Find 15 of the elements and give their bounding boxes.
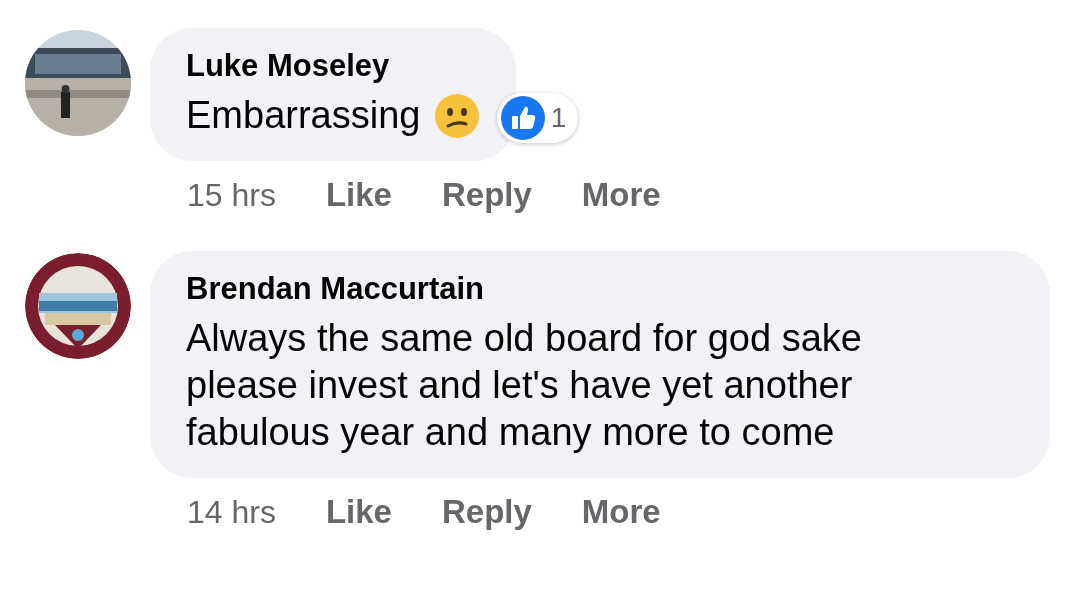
thumbs-up-icon — [500, 96, 545, 140]
comment-text: Embarrassing — [186, 93, 421, 138]
action-link[interactable]: Like — [325, 176, 392, 214]
action-link[interactable]: Reply — [442, 176, 532, 214]
action-link[interactable]: More — [581, 176, 661, 214]
author-name[interactable]: Brendan Maccurtain — [186, 271, 940, 307]
comment-text: Always the same old board for god sake please invest and let's have yet another fabulous year and many more to come — [186, 316, 863, 455]
action-link[interactable]: More — [581, 493, 661, 531]
timestamp: 15 hrs — [187, 176, 276, 214]
reaction-badge[interactable]: 1 — [496, 93, 579, 143]
action-link[interactable]: Like — [325, 493, 392, 531]
author-name[interactable]: Luke Moseley — [186, 48, 481, 84]
timestamp: 14 hrs — [187, 493, 276, 531]
reaction-count: 1 — [550, 102, 567, 134]
action-link[interactable]: Reply — [442, 493, 532, 531]
